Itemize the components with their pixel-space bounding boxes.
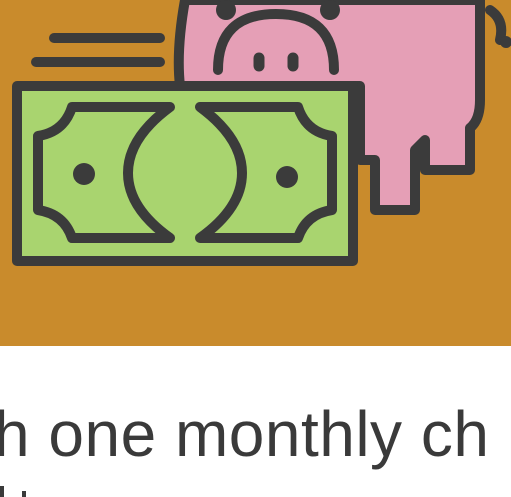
hero-illustration xyxy=(0,0,511,346)
banknote-dot-left-icon xyxy=(73,163,95,185)
headline: h one monthly ch xyxy=(0,398,490,470)
hero-svg xyxy=(12,0,511,266)
speed-lines-icon xyxy=(31,33,165,67)
piggy-eye-left-icon xyxy=(216,0,236,20)
banknote-icon xyxy=(12,81,358,266)
cropped-subline-text xyxy=(0,486,30,497)
page: h one monthly ch xyxy=(0,0,511,497)
piggy-eye-right-icon xyxy=(320,0,340,20)
banknote-dot-right-icon xyxy=(276,166,298,188)
piggy-tail-icon xyxy=(485,5,507,45)
piggy-snout-icon xyxy=(213,9,339,75)
